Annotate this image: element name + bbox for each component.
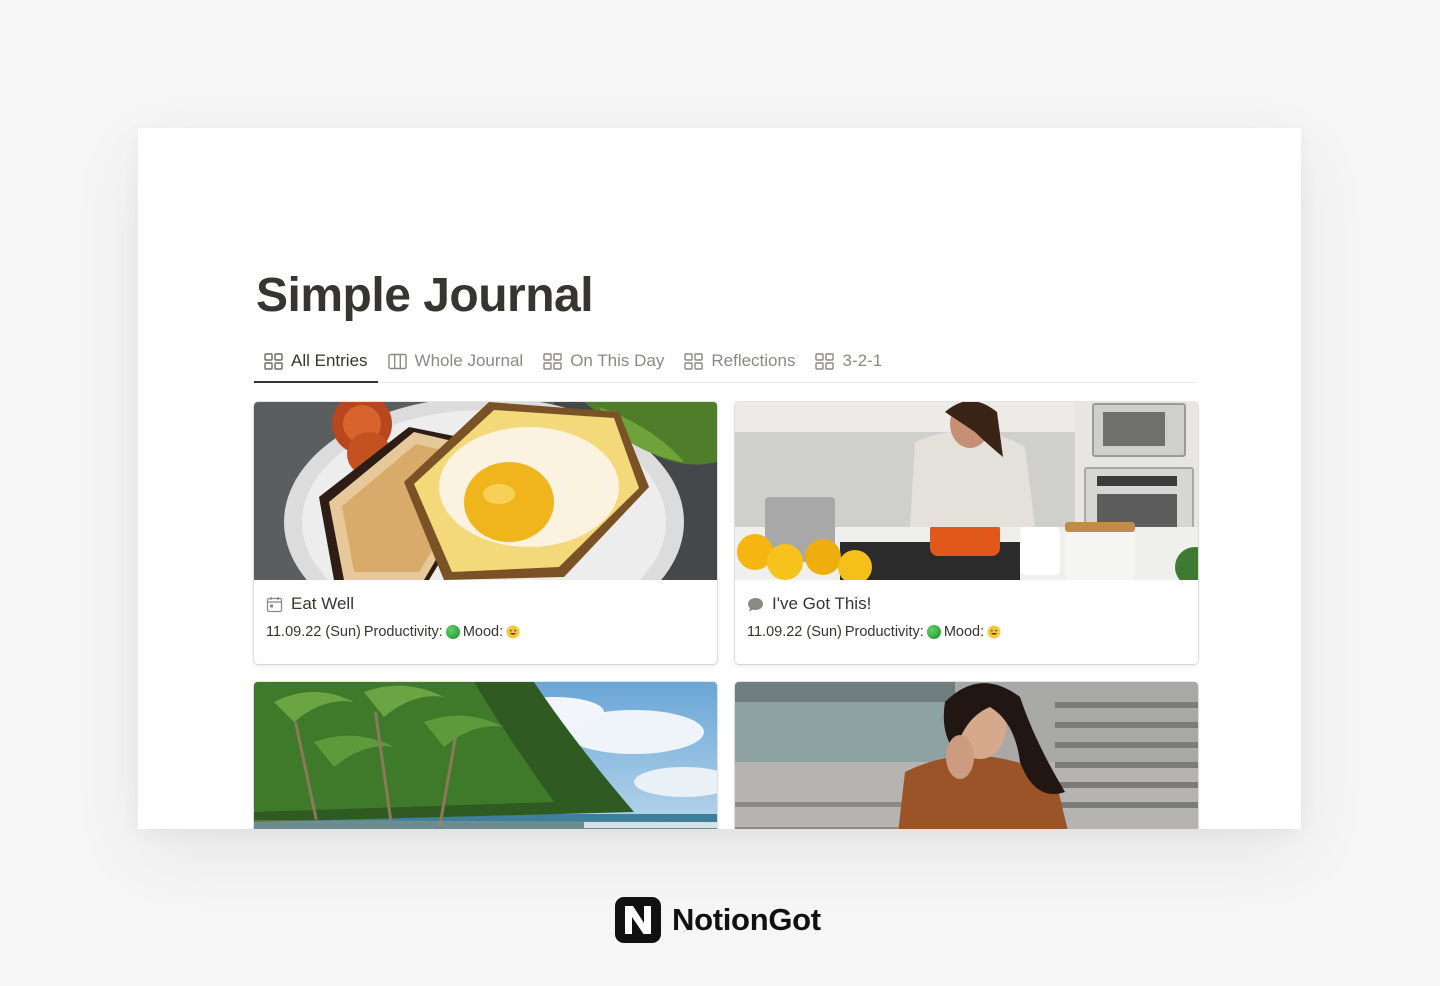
gallery-card-eat-well[interactable]: Eat Well 11.09.22 (Sun) Productivity: Mo…: [254, 402, 717, 664]
gallery-icon: [264, 352, 283, 370]
notiongot-logo-icon: [614, 896, 662, 944]
gallery-icon: [684, 352, 704, 370]
page-title: Simple Journal: [256, 269, 594, 322]
tab-label: 3-2-1: [842, 351, 883, 370]
gallery-card-woman-thinking[interactable]: [735, 682, 1198, 829]
calendar-icon: [266, 596, 283, 613]
productivity-label: Productivity:: [363, 624, 443, 640]
brand-name: NotionGot: [672, 902, 821, 937]
gallery-card-beach[interactable]: [254, 682, 717, 829]
green-circle-icon: [445, 625, 460, 639]
green-circle-icon: [926, 625, 941, 639]
tab-label: All Entries: [291, 351, 368, 370]
board-icon: [387, 353, 407, 370]
tab-reflections[interactable]: Reflections: [674, 340, 805, 382]
notion-page-window: Simple Journal All Entries Whole Journal…: [138, 128, 1301, 829]
card-cover-image: [735, 682, 1198, 829]
card-cover-image: [254, 402, 717, 580]
card-title: I've Got This!: [772, 594, 872, 613]
card-properties: 11.09.22 (Sun) Productivity: Mood:: [747, 624, 1186, 640]
card-title: Eat Well: [291, 594, 354, 613]
speech-bubble-icon: [747, 596, 764, 613]
tab-whole-journal[interactable]: Whole Journal: [378, 340, 534, 382]
tab-label: Reflections: [711, 351, 796, 370]
view-tabs: All Entries Whole Journal On This Day Re…: [254, 340, 1197, 383]
gallery-icon: [815, 352, 835, 370]
card-cover-image: [254, 682, 717, 829]
tab-label: On This Day: [570, 351, 665, 370]
tab-on-this-day[interactable]: On This Day: [533, 340, 674, 382]
card-date: 11.09.22 (Sun): [747, 624, 842, 640]
mood-label: Mood:: [943, 624, 985, 640]
tab-label: Whole Journal: [414, 351, 524, 370]
gallery-card-ive-got-this[interactable]: I've Got This! 11.09.22 (Sun) Productivi…: [735, 402, 1198, 664]
tab-3-2-1[interactable]: 3-2-1: [805, 340, 892, 382]
smiley-face-icon: [506, 625, 520, 639]
card-properties: 11.09.22 (Sun) Productivity: Mood:: [266, 624, 705, 640]
gallery-grid: Eat Well 11.09.22 (Sun) Productivity: Mo…: [254, 402, 1198, 829]
gallery-icon: [543, 352, 562, 370]
smiley-face-icon: [987, 625, 1001, 639]
productivity-label: Productivity:: [844, 624, 924, 640]
card-date: 11.09.22 (Sun): [266, 624, 361, 640]
notiongot-brand: NotionGot: [614, 896, 821, 944]
mood-label: Mood:: [462, 624, 504, 640]
tab-all-entries[interactable]: All Entries: [254, 340, 378, 383]
card-cover-image: [735, 402, 1198, 580]
